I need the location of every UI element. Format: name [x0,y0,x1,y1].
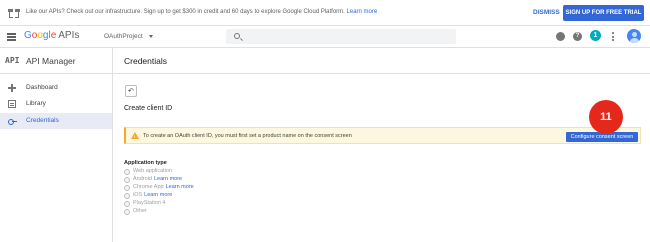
radio-button[interactable] [124,185,130,191]
warning-banner: ! To create an OAuth client ID, you must… [124,127,641,144]
help-icon[interactable]: ? [573,32,582,41]
sidebar-item-dashboard[interactable]: Dashboard [0,80,112,96]
promo-text: Like our APIs? Check out our infrastruct… [26,9,345,15]
feedback-icon[interactable] [556,32,565,41]
radio-button[interactable] [124,193,130,199]
main-content: Credentials ↶ Create client ID ! To crea… [113,48,650,242]
radio-label: Web application [133,168,173,174]
sidebar-header: API API Manager [0,48,112,74]
api-logo-icon: API [5,56,20,65]
page-header: Credentials [113,48,650,74]
search-icon [234,33,240,39]
radio-button[interactable] [124,201,130,207]
learn-more-link[interactable]: Learn more [166,184,194,190]
step-badge: 11 [589,100,623,134]
radio-label: Chrome App [133,184,164,190]
radio-label: Other [133,208,147,214]
avatar[interactable] [627,29,641,43]
promo-message: Like our APIs? Check out our infrastruct… [26,9,377,15]
radio-label: Android [133,176,152,182]
section-title: Create client ID [124,105,173,112]
radio-label: PlayStation 4 [133,200,166,206]
top-bar: Google APIs OAuthProject ? 1 [0,26,650,48]
radio-label: iOS [133,192,143,198]
radio-button[interactable] [124,169,130,175]
google-apis-logo[interactable]: Google APIs [24,30,79,41]
sidebar-item-label: Credentials [26,117,59,124]
project-selector[interactable]: OAuthProject [104,33,143,40]
chevron-down-icon[interactable] [149,35,153,38]
free-trial-button[interactable]: SIGN UP FOR FREE TRIAL [563,5,644,21]
warning-text: To create an OAuth client ID, you must f… [143,133,352,139]
search-input[interactable] [226,29,456,44]
sidebar-item-library[interactable]: Library [0,96,112,112]
sidebar-item-label: Library [26,100,46,107]
page-title: Credentials [124,56,167,66]
radio-button[interactable] [124,177,130,183]
promo-learn-more-link[interactable]: Learn more [347,9,378,15]
warning-icon: ! [131,132,139,139]
gift-icon [8,8,20,18]
sidebar-item-credentials[interactable]: Credentials [0,113,112,129]
notifications-icon[interactable]: 1 [590,30,601,41]
radio-button[interactable] [124,209,130,215]
sidebar: API API Manager Dashboard Library Creden… [0,48,113,242]
dismiss-button[interactable]: DISMISS [533,9,560,16]
sidebar-title: API Manager [26,56,76,66]
learn-more-link[interactable]: Learn more [144,192,172,198]
promo-banner: Like our APIs? Check out our infrastruct… [0,0,650,26]
back-button[interactable]: ↶ [125,85,137,97]
menu-icon[interactable] [7,33,16,41]
library-icon [8,100,16,108]
key-icon [8,117,17,125]
sidebar-item-label: Dashboard [26,84,58,91]
learn-more-link[interactable]: Learn more [154,176,182,182]
application-type-label: Application type [124,160,167,166]
more-vert-icon[interactable] [612,32,614,41]
back-arrow-icon: ↶ [128,88,134,95]
dashboard-icon [8,84,16,92]
